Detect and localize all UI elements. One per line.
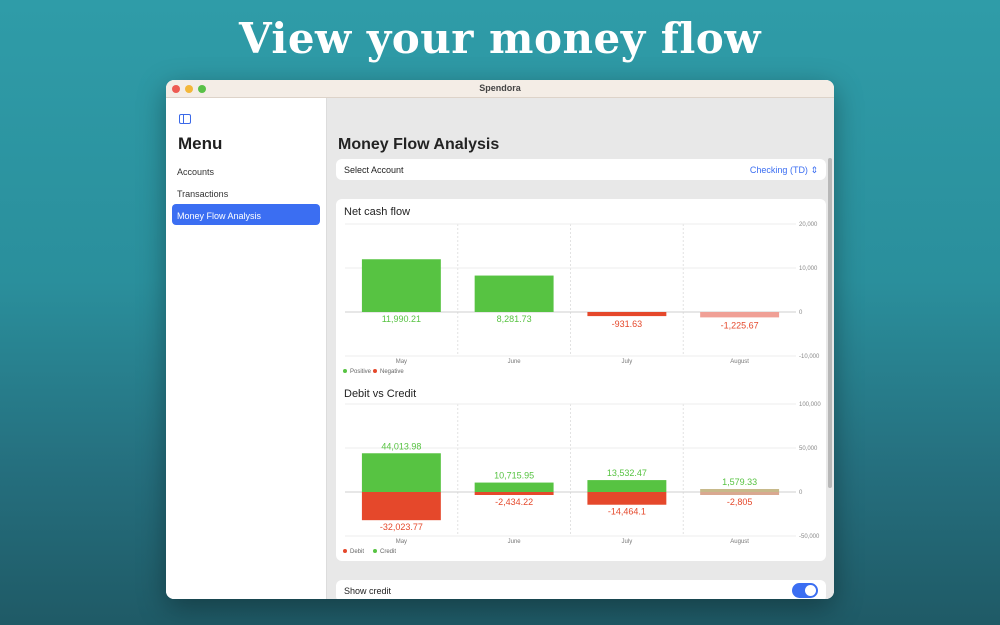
y-tick-label: 100,000 [799, 402, 821, 408]
category-label: July [622, 539, 633, 545]
sidebar: Menu Accounts Transactions Money Flow An… [166, 98, 327, 599]
y-tick-label: -50,000 [799, 534, 820, 540]
y-tick-label: 0 [799, 490, 803, 496]
data-label: -2,805 [727, 497, 753, 507]
legend-marker [373, 369, 377, 373]
net-cash-flow-chart: 20,000 10,000 0 -10,000 11,990.21 8,281.73 -93… [343, 222, 820, 375]
debit-vs-credit-title: Debit vs Credit [344, 388, 417, 400]
data-label: -14,464.1 [608, 507, 646, 517]
data-label: 8,281.73 [497, 314, 532, 324]
bar [587, 492, 667, 505]
legend-label: Negative [380, 369, 404, 375]
data-label: 10,715.95 [494, 471, 534, 481]
y-tick-label: 50,000 [799, 446, 818, 452]
category-label: August [730, 359, 749, 365]
bar [700, 492, 780, 495]
category-label: August [730, 539, 749, 545]
data-label: 1,579.33 [722, 477, 757, 487]
data-label: -2,434.22 [495, 497, 533, 507]
up-down-chevron-icon: ⇕ [810, 165, 818, 175]
y-tick-label: 10,000 [799, 266, 818, 272]
data-label: 44,013.98 [381, 441, 421, 451]
category-label: June [508, 539, 522, 545]
data-label: 13,532.47 [607, 468, 647, 478]
charts-card: Net cash flow 20,000 10,000 0 -10,000 11,990… [336, 199, 826, 561]
bar [474, 275, 554, 312]
sidebar-toggle-icon[interactable] [179, 114, 191, 124]
bar [474, 482, 554, 492]
legend-marker [343, 549, 347, 553]
debit-vs-credit-chart: 100,000 50,000 0 -50,000 44,013.98 10,715.95 1… [343, 402, 821, 555]
category-label: July [622, 359, 633, 365]
show-credit-label: Show credit [344, 586, 392, 596]
bar [474, 492, 554, 495]
data-label: -32,023.77 [380, 522, 423, 532]
window-title: Spendora [479, 83, 521, 93]
bar [587, 312, 667, 317]
net-cash-flow-title: Net cash flow [344, 206, 411, 218]
bar [700, 489, 780, 492]
bar [700, 312, 780, 318]
sidebar-item-money-flow-analysis[interactable]: Money Flow Analysis [172, 204, 320, 225]
data-label: -931.63 [612, 319, 643, 329]
legend-label: Positive [350, 369, 372, 375]
legend-marker [343, 369, 347, 373]
y-tick-label: -10,000 [799, 354, 820, 360]
menu-heading: Menu [178, 134, 223, 153]
vertical-scrollbar[interactable] [828, 158, 832, 488]
account-select[interactable]: Checking (TD) ⇕ [750, 165, 818, 176]
page-title: Money Flow Analysis [338, 136, 500, 153]
bar [361, 492, 441, 521]
title-bar: Spendora [166, 80, 834, 98]
bar [587, 480, 667, 492]
legend-label: Credit [380, 549, 396, 555]
select-account-row[interactable]: Select Account Checking (TD) ⇕ [336, 159, 826, 180]
legend-label: Debit [350, 549, 364, 555]
data-label: 11,990.21 [382, 314, 421, 324]
y-tick-label: 0 [799, 310, 803, 316]
category-label: May [396, 359, 407, 365]
app-window: Spendora Menu Accounts Transactions Mone… [166, 80, 834, 599]
sidebar-item-accounts[interactable]: Accounts [172, 160, 320, 181]
main-content: Money Flow Analysis Select Account Check… [327, 98, 834, 599]
y-tick-label: 20,000 [799, 222, 818, 228]
bar [361, 453, 441, 492]
account-select-value: Checking (TD) [749, 165, 808, 175]
category-label: May [396, 539, 407, 545]
category-label: June [508, 359, 522, 365]
legend-marker [373, 549, 377, 553]
bar [361, 259, 441, 312]
sidebar-item-transactions[interactable]: Transactions [172, 182, 320, 203]
show-credit-row: Show credit [336, 580, 826, 599]
data-label: -1,225.67 [721, 320, 759, 330]
select-account-label: Select Account [344, 165, 404, 175]
headline: View your money flow [239, 14, 761, 63]
show-credit-toggle[interactable] [792, 583, 818, 598]
